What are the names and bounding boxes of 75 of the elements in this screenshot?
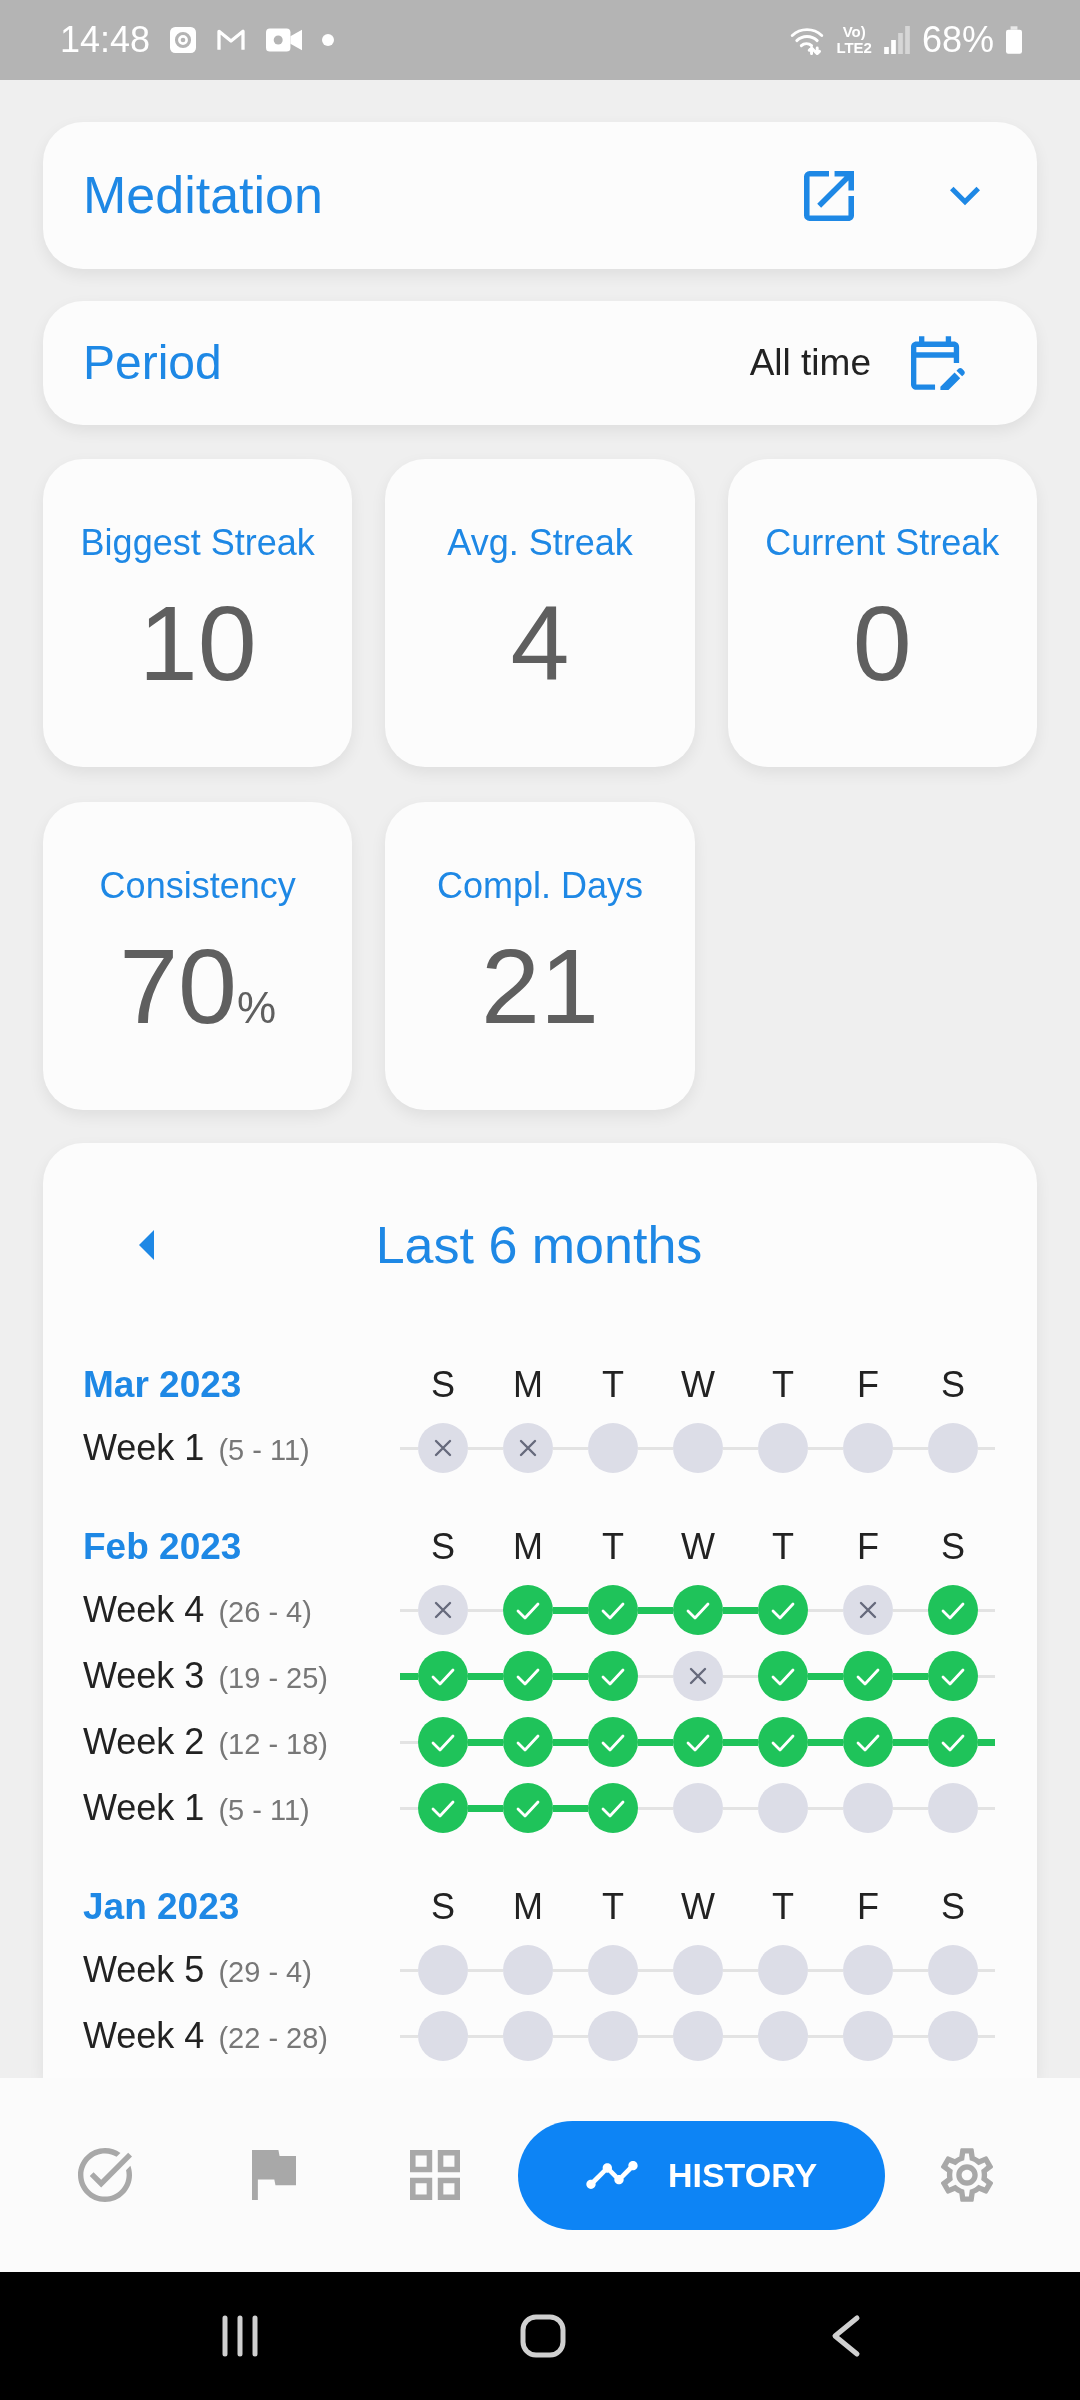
weekday-label: S (430, 1889, 456, 1925)
week-range: (5 - 11) (218, 1436, 310, 1465)
weekday-label: T (771, 1529, 795, 1565)
stat-label: Compl. Days (435, 864, 644, 908)
weekday-label: T (601, 1889, 625, 1925)
battery-percent: 68% (921, 22, 994, 58)
month-label: Feb 2023 (83, 1525, 243, 1570)
week-label: Week 2 (83, 1724, 205, 1760)
stat-value: 21 (480, 931, 600, 1041)
weekday-label: T (771, 1889, 795, 1925)
week-label: Week 5 (83, 1952, 205, 1988)
history-title: Last 6 months (375, 1219, 703, 1271)
trend-line-icon (585, 2161, 638, 2189)
calendar-edit-icon[interactable] (911, 336, 965, 390)
week-range: (26 - 4) (218, 1598, 312, 1627)
stat-label: Current Streak (764, 521, 1001, 565)
nav-tab[interactable]: HISTORY (518, 2120, 885, 2230)
stat-value: 4 (509, 588, 571, 698)
month-label: Mar 2023 (83, 1363, 243, 1408)
weekday-label: W (680, 1529, 716, 1565)
weekday-label: S (940, 1529, 966, 1565)
week-range: (5 - 11) (218, 1796, 310, 1825)
home-icon[interactable] (520, 2314, 566, 2358)
stat-label: Biggest Streak (79, 521, 316, 565)
period-value[interactable]: All time (749, 342, 871, 384)
recent-apps-icon[interactable] (220, 2314, 260, 2358)
month-label: Jan 2023 (83, 1885, 241, 1930)
caret-left-icon[interactable] (139, 1230, 154, 1260)
weekday-label: T (601, 1367, 625, 1403)
weekday-label: S (940, 1367, 966, 1403)
chevron-down-icon[interactable] (950, 184, 980, 207)
mail-icon (216, 28, 247, 52)
signal-icon (883, 26, 910, 54)
weekday-label: F (856, 1889, 880, 1925)
settings-icon[interactable] (941, 2148, 993, 2202)
stat-label: Avg. Streak (446, 521, 634, 565)
external-link-icon[interactable] (804, 170, 854, 221)
week-label: Week 1 (83, 1430, 205, 1466)
status-time: 14:48 (60, 22, 151, 58)
weekday-label: T (771, 1367, 795, 1403)
week-label: Week 3 (83, 1658, 205, 1694)
rounded-square-icon (170, 27, 197, 53)
video-camera-icon (266, 27, 303, 53)
weekday-label: W (680, 1889, 716, 1925)
week-label: Week 1 (83, 1790, 205, 1826)
weekday-label: T (601, 1529, 625, 1565)
weekday-label: M (512, 1367, 544, 1403)
week-label: Week 4 (83, 1592, 205, 1628)
weekday-label: S (430, 1367, 456, 1403)
habit-selector[interactable]: Meditation (43, 122, 1037, 269)
weekday-label: M (512, 1889, 544, 1925)
weekday-label: F (856, 1367, 880, 1403)
back-icon[interactable] (830, 2314, 861, 2358)
flag-icon[interactable] (252, 2150, 296, 2200)
week-range: (12 - 18) (218, 1730, 328, 1759)
weekday-label: W (680, 1367, 716, 1403)
dot-icon (322, 34, 335, 46)
battery-icon (1006, 26, 1022, 54)
grid-icon[interactable] (410, 2150, 460, 2200)
habit-title: Meditation (83, 166, 323, 225)
weekday-label: S (430, 1529, 456, 1565)
network-type-label: Vo) LTE2 (836, 24, 872, 56)
weekday-label: F (856, 1529, 880, 1565)
stat-value: 70% (118, 931, 278, 1047)
week-range: (29 - 4) (218, 1958, 312, 1987)
week-label: Week 4 (83, 2018, 205, 2054)
stat-value: 10 (137, 588, 258, 698)
stat-value: 0 (851, 588, 913, 698)
weekday-label: S (940, 1889, 966, 1925)
stat-label: Consistency (98, 864, 297, 908)
week-range: (19 - 25) (218, 1664, 328, 1693)
weekday-label: M (512, 1529, 544, 1565)
week-range: (22 - 28) (218, 2024, 328, 2053)
period-label: Period (83, 336, 222, 390)
wifi-icon (790, 25, 825, 55)
